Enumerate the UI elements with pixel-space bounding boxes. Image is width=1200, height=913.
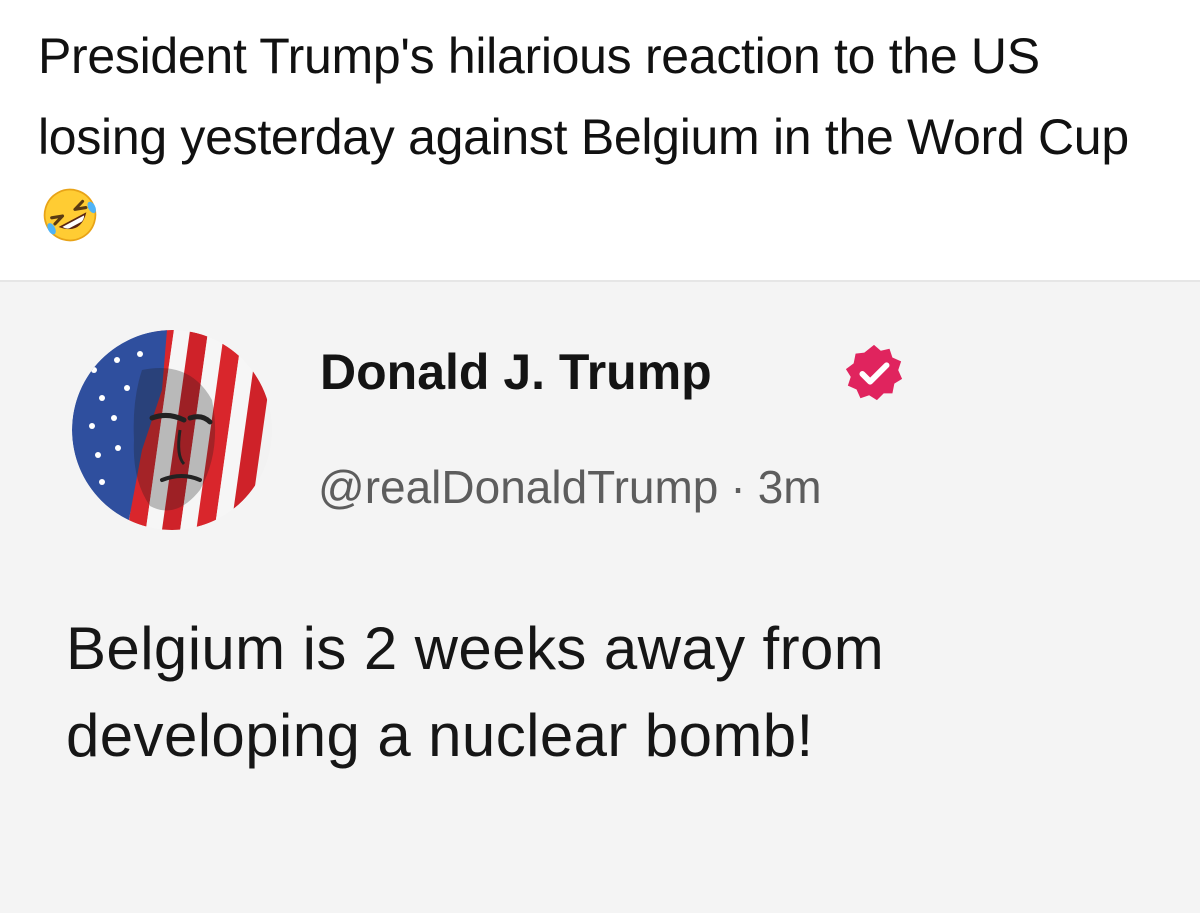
screenshot-page: President Trump's hilarious reaction to … <box>0 0 1200 913</box>
avatar[interactable] <box>72 330 272 530</box>
post-caption: President Trump's hilarious reaction to … <box>38 16 1178 259</box>
post-caption-area: President Trump's hilarious reaction to … <box>0 0 1200 280</box>
tweet-body-text: Belgium is 2 weeks away from developing … <box>66 615 885 769</box>
author-handle[interactable]: @realDonaldTrump <box>318 461 718 513</box>
avatar-flag-portrait-image <box>72 330 272 530</box>
verified-badge-icon <box>845 344 903 401</box>
rolling-on-floor-laughing-emoji-icon <box>43 188 97 242</box>
caption-text: President Trump's hilarious reaction to … <box>38 28 1129 165</box>
author-handle-line: @realDonaldTrump · 3m <box>318 456 822 518</box>
handle-time-separator: · <box>730 461 746 513</box>
tweet-timestamp[interactable]: 3m <box>758 461 822 513</box>
author-display-name[interactable]: Donald J. Trump <box>320 340 712 404</box>
